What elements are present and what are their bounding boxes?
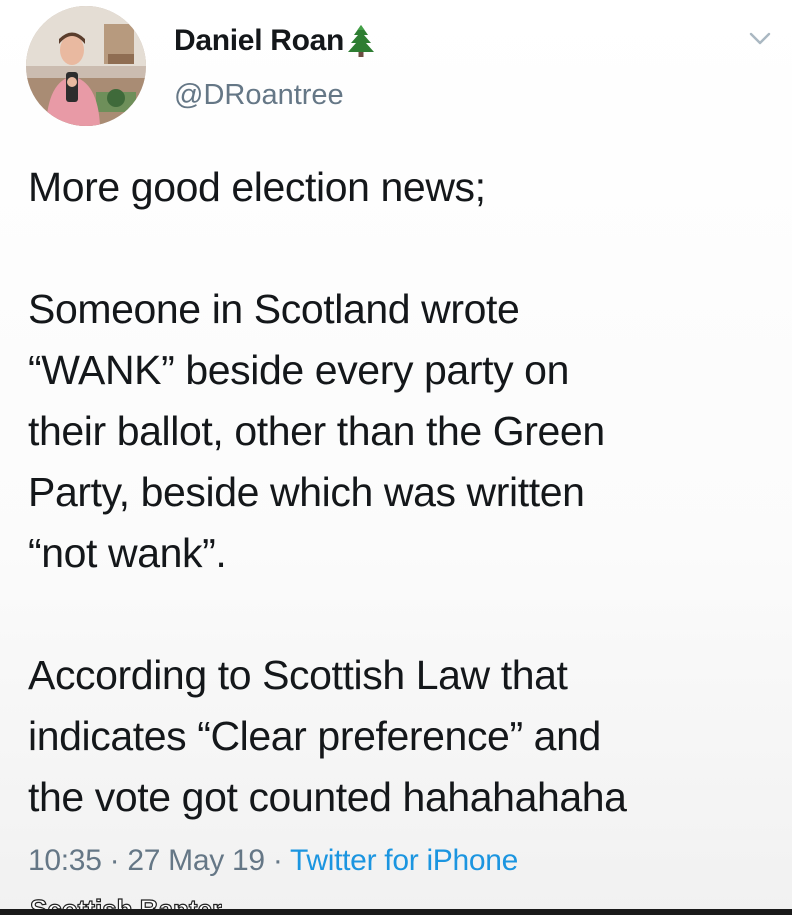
tweet-line: Someone in Scotland wrote <box>28 286 520 332</box>
tweet-line: According to Scottish Law that <box>28 652 568 698</box>
tweet-source-link[interactable]: Twitter for iPhone <box>290 844 518 877</box>
tweet-line: Party, beside which was written <box>28 469 585 515</box>
tweet-text: More good election news; Someone in Scot… <box>28 157 768 828</box>
tweet-line: the vote got counted hahahahaha <box>28 774 627 820</box>
tweet-line: indicates “Clear preference” and <box>28 713 601 759</box>
avatar-photo-icon <box>26 6 146 126</box>
tweet-line-blank <box>28 584 768 645</box>
evergreen-tree-icon <box>346 24 376 58</box>
meta-separator: · <box>109 844 120 877</box>
user-handle[interactable]: @DRoantree <box>174 79 344 112</box>
tweet-card: Daniel Roan @DRoantree More good electio… <box>0 0 792 915</box>
tweet-date[interactable]: 27 May 19 <box>127 844 265 877</box>
tweet-line-blank <box>28 218 768 279</box>
watermark-text: Scottish Banter <box>30 896 222 910</box>
author-name-row[interactable]: Daniel Roan <box>174 22 376 60</box>
avatar[interactable] <box>26 6 146 126</box>
chevron-down-icon[interactable] <box>746 28 774 48</box>
tweet-line: their ballot, other than the Green <box>28 408 605 454</box>
tweet-time[interactable]: 10:35 <box>28 844 102 877</box>
tweet-line: “not wank”. <box>28 530 227 576</box>
tweet-line: More good election news; <box>28 164 486 210</box>
meta-separator: · <box>272 844 283 877</box>
display-name[interactable]: Daniel Roan <box>174 24 344 58</box>
bottom-bar <box>0 909 792 915</box>
tweet-meta: 10:35 · 27 May 19 · Twitter for iPhone <box>28 844 518 878</box>
tweet-line: “WANK” beside every party on <box>28 347 569 393</box>
